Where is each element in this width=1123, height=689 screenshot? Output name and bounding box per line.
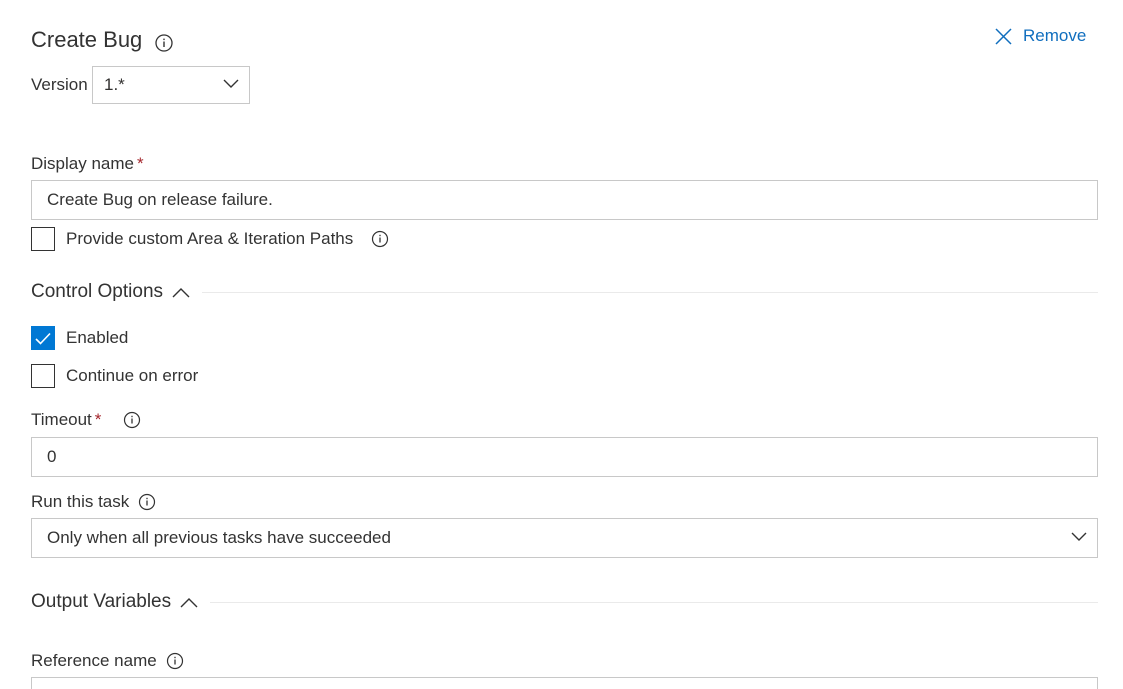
run-task-label: Run this task [31,492,130,511]
custom-paths-label: Provide custom Area & Iteration Paths [66,229,354,248]
chevron-up-icon[interactable] [172,287,190,298]
control-options-header: Control Options [31,281,1098,303]
required-marker: * [137,154,144,173]
chevron-down-icon [223,79,239,88]
timeout-label-row: Timeout * [31,410,141,430]
display-name-label-row: Display name * [31,154,144,174]
enabled-label: Enabled [66,328,129,347]
run-task-value: Only when all previous tasks have succee… [47,528,391,547]
timeout-value: 0 [47,447,57,466]
custom-paths-checkbox[interactable] [31,227,55,251]
reference-name-label-row: Reference name [31,651,183,671]
timeout-input[interactable]: 0 [31,437,1098,477]
continue-on-error-row: Continue on error [31,364,198,388]
required-marker: * [94,410,102,429]
remove-button[interactable]: Remove [995,26,1086,46]
output-variables-header: Output Variables [31,591,1098,613]
chevron-down-icon [1071,532,1087,541]
checkmark-icon [35,332,51,345]
reference-name-label: Reference name [31,651,157,670]
info-icon[interactable] [166,652,183,670]
info-icon[interactable] [155,32,173,52]
info-icon[interactable] [123,411,141,429]
page-title-row: Create Bug [31,27,173,53]
continue-on-error-label: Continue on error [66,366,199,385]
enabled-row: Enabled [31,326,128,350]
reference-name-input[interactable] [31,677,1098,689]
output-variables-title: Output Variables [31,591,172,612]
custom-paths-row: Provide custom Area & Iteration Paths [31,227,389,251]
control-options-title: Control Options [31,281,164,302]
section-divider [202,291,1098,293]
remove-label: Remove [1023,26,1087,45]
run-task-label-row: Run this task [31,492,156,512]
timeout-label: Timeout [31,410,92,429]
page-title: Create Bug [31,27,143,52]
info-icon[interactable] [138,493,156,511]
close-icon [995,27,1012,45]
version-value: 1.* [104,75,125,94]
section-divider [210,601,1098,603]
continue-on-error-checkbox[interactable] [31,364,55,388]
version-select[interactable]: 1.* [92,66,250,104]
chevron-up-icon[interactable] [180,597,198,608]
display-name-label: Display name [31,154,134,173]
enabled-checkbox[interactable] [31,326,55,350]
info-icon[interactable] [371,230,389,248]
run-task-select[interactable]: Only when all previous tasks have succee… [31,518,1098,558]
version-label: Version [31,75,88,94]
display-name-input[interactable]: Create Bug on release failure. [31,180,1098,220]
display-name-value: Create Bug on release failure. [47,190,273,209]
